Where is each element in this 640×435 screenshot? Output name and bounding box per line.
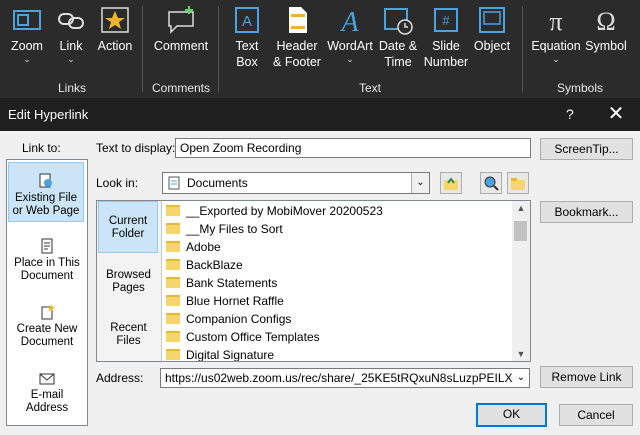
text-to-display-label: Text to display: <box>96 141 176 155</box>
header-footer-button[interactable]: Header & Footer <box>272 4 322 70</box>
group-label-text: Text <box>358 81 381 95</box>
address-input[interactable]: https://us02web.zoom.us/rec/share/_25KE5… <box>160 368 530 388</box>
svg-text:Ω: Ω <box>596 7 615 36</box>
place-in-document-icon <box>41 238 53 254</box>
group-label-comments: Comments <box>151 81 210 95</box>
scroll-thumb[interactable] <box>514 221 527 241</box>
link-to-panel: Existing File or Web Page Place in This … <box>6 159 88 426</box>
date-time-button[interactable]: Date & Time <box>377 4 419 70</box>
open-folder-icon <box>511 178 525 190</box>
chevron-down-icon[interactable]: ⌄ <box>411 173 429 193</box>
dialog-title: Edit Hyperlink <box>8 107 89 122</box>
link-to-label: Link to: <box>22 141 61 155</box>
folder-icon <box>166 331 180 342</box>
list-item[interactable]: Custom Office Templates <box>166 328 506 346</box>
comment-icon <box>168 6 194 34</box>
folder-icon <box>166 205 180 216</box>
dialog-title-bar: Edit Hyperlink ? ✕ <box>0 98 640 131</box>
browse-web-icon <box>484 176 499 191</box>
look-in-label: Look in: <box>96 176 139 190</box>
svg-text:A: A <box>339 7 359 36</box>
look-in-select[interactable]: Documents ⌄ <box>162 172 430 194</box>
ribbon: Zoom ⌄ Link ⌄ Action Comment A Text Box … <box>0 0 640 98</box>
chevron-down-icon[interactable]: ⌄ <box>513 369 529 387</box>
screentip-button[interactable]: ScreenTip... <box>540 138 633 160</box>
svg-text:π: π <box>549 7 562 36</box>
bookmark-button[interactable]: Bookmark... <box>540 201 633 223</box>
text-box-icon: A <box>235 7 259 33</box>
link-option-create-new-document[interactable]: Create New Document <box>7 304 87 349</box>
browse-nav: Current Folder Browsed Pages Recent File… <box>97 201 162 361</box>
documents-icon <box>168 176 180 190</box>
folder-icon <box>166 241 180 252</box>
object-icon <box>479 7 505 33</box>
list-item[interactable]: Blue Hornet Raffle <box>166 292 506 310</box>
equation-button[interactable]: π Equation ⌄ <box>530 4 582 64</box>
cancel-button[interactable]: Cancel <box>559 404 633 426</box>
remove-link-button[interactable]: Remove Link <box>540 366 633 388</box>
nav-recent-files[interactable]: Recent Files <box>97 322 160 348</box>
list-item[interactable]: __My Files to Sort <box>166 220 506 238</box>
wordart-button[interactable]: A WordArt ⌄ <box>324 4 376 64</box>
link-option-place-in-document[interactable]: Place in This Document <box>7 238 87 283</box>
header-footer-icon <box>289 7 307 33</box>
browse-web-button[interactable] <box>480 172 502 194</box>
file-list-scrollbar[interactable]: ▲ ▼ <box>512 201 530 361</box>
new-document-icon <box>41 304 55 320</box>
folder-icon <box>166 313 180 324</box>
list-item[interactable]: Bank Statements <box>166 274 506 292</box>
slide-number-button[interactable]: # Slide Number <box>422 4 470 70</box>
email-icon <box>39 373 55 385</box>
close-button[interactable]: ✕ <box>604 101 628 126</box>
group-label-symbols: Symbols <box>556 81 603 95</box>
link-icon <box>58 13 84 29</box>
browse-file-button[interactable] <box>507 172 529 194</box>
folder-icon <box>166 223 180 234</box>
nav-browsed-pages[interactable]: Browsed Pages <box>97 269 160 295</box>
up-folder-button[interactable] <box>440 172 462 194</box>
comment-button[interactable]: Comment <box>150 4 212 54</box>
group-label-links: Links <box>57 81 86 95</box>
folder-icon <box>166 349 180 360</box>
ok-button[interactable]: OK <box>476 403 547 427</box>
folder-icon <box>166 277 180 288</box>
zoom-icon <box>13 10 41 30</box>
nav-current-folder[interactable]: Current Folder <box>98 201 158 253</box>
scroll-down-icon[interactable]: ▼ <box>512 349 530 359</box>
text-to-display-input[interactable]: Open Zoom Recording <box>175 138 531 158</box>
list-item[interactable]: Digital Signature <box>166 346 506 361</box>
browse-area: Current Folder Browsed Pages Recent File… <box>96 200 531 362</box>
group-separator <box>142 6 143 92</box>
link-option-existing-file[interactable]: Existing File or Web Page <box>8 162 84 222</box>
symbol-button[interactable]: Ω Symbol <box>584 4 628 54</box>
zoom-button[interactable]: Zoom ⌄ <box>6 4 48 64</box>
help-button[interactable]: ? <box>566 106 574 122</box>
folder-icon <box>166 295 180 306</box>
action-button[interactable]: Action <box>94 4 136 54</box>
existing-file-icon <box>39 173 52 188</box>
list-item[interactable]: __Exported by MobiMover 20200523 <box>166 202 506 220</box>
scroll-up-icon[interactable]: ▲ <box>512 203 530 213</box>
group-separator <box>218 6 219 92</box>
list-item[interactable]: BackBlaze <box>166 256 506 274</box>
equation-icon: π <box>549 7 562 36</box>
object-button[interactable]: Object <box>472 4 512 54</box>
group-separator <box>522 6 523 92</box>
list-item[interactable]: Companion Configs <box>166 310 506 328</box>
wordart-icon: A <box>339 7 359 36</box>
symbol-icon: Ω <box>596 7 615 36</box>
folder-up-icon <box>444 177 458 190</box>
date-time-icon <box>384 8 413 35</box>
file-list: __Exported by MobiMover 20200523 __My Fi… <box>162 201 512 361</box>
action-star-icon <box>101 7 129 33</box>
address-label: Address: <box>96 371 144 385</box>
list-item[interactable]: Adobe <box>166 238 506 256</box>
text-box-button[interactable]: A Text Box <box>228 4 266 70</box>
link-option-email-address[interactable]: E-mail Address <box>7 370 87 415</box>
svg-text:#: # <box>442 13 450 28</box>
folder-icon <box>166 259 180 270</box>
link-button[interactable]: Link ⌄ <box>52 4 90 64</box>
slide-number-icon: # <box>434 8 458 32</box>
svg-text:A: A <box>242 13 252 30</box>
